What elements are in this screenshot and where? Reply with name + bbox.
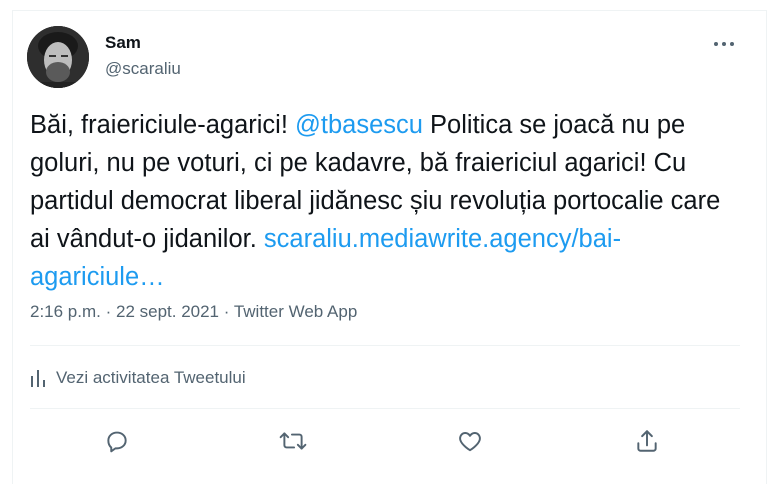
divider [30, 345, 740, 346]
divider [30, 408, 740, 409]
meta-separator: · [100, 302, 116, 321]
heart-icon [459, 432, 481, 452]
tweet-meta: 2:16 p.m. · 22 sept. 2021 · Twitter Web … [30, 302, 357, 322]
tweet-text-start: Băi, fraiericiule-agarici! [30, 111, 296, 139]
mention-link[interactable]: @tbasescu [295, 111, 423, 139]
more-dots-icon [714, 42, 734, 46]
more-options-button[interactable] [712, 36, 736, 52]
retweet-button[interactable] [279, 428, 307, 456]
like-button[interactable] [457, 428, 485, 456]
activity-bars-icon [31, 370, 45, 387]
retweet-icon [279, 432, 307, 450]
share-icon [637, 430, 657, 452]
author-name[interactable]: Sam [105, 33, 141, 53]
meta-separator-2: · [219, 302, 234, 321]
share-button[interactable] [634, 428, 662, 456]
tweet-date[interactable]: 22 sept. 2021 [116, 302, 219, 321]
view-activity-button[interactable]: Vezi activitatea Tweetului [30, 368, 246, 388]
reply-icon [107, 431, 127, 453]
author-handle[interactable]: @scaraliu [105, 59, 181, 79]
tweet-time[interactable]: 2:16 p.m. [30, 302, 101, 321]
tweet-text: Băi, fraiericiule-agarici! @tbasescu Pol… [30, 106, 742, 296]
view-activity-label: Vezi activitatea Tweetului [56, 368, 246, 387]
reply-button[interactable] [104, 428, 132, 456]
avatar[interactable] [27, 26, 89, 88]
tweet-source[interactable]: Twitter Web App [234, 302, 357, 321]
